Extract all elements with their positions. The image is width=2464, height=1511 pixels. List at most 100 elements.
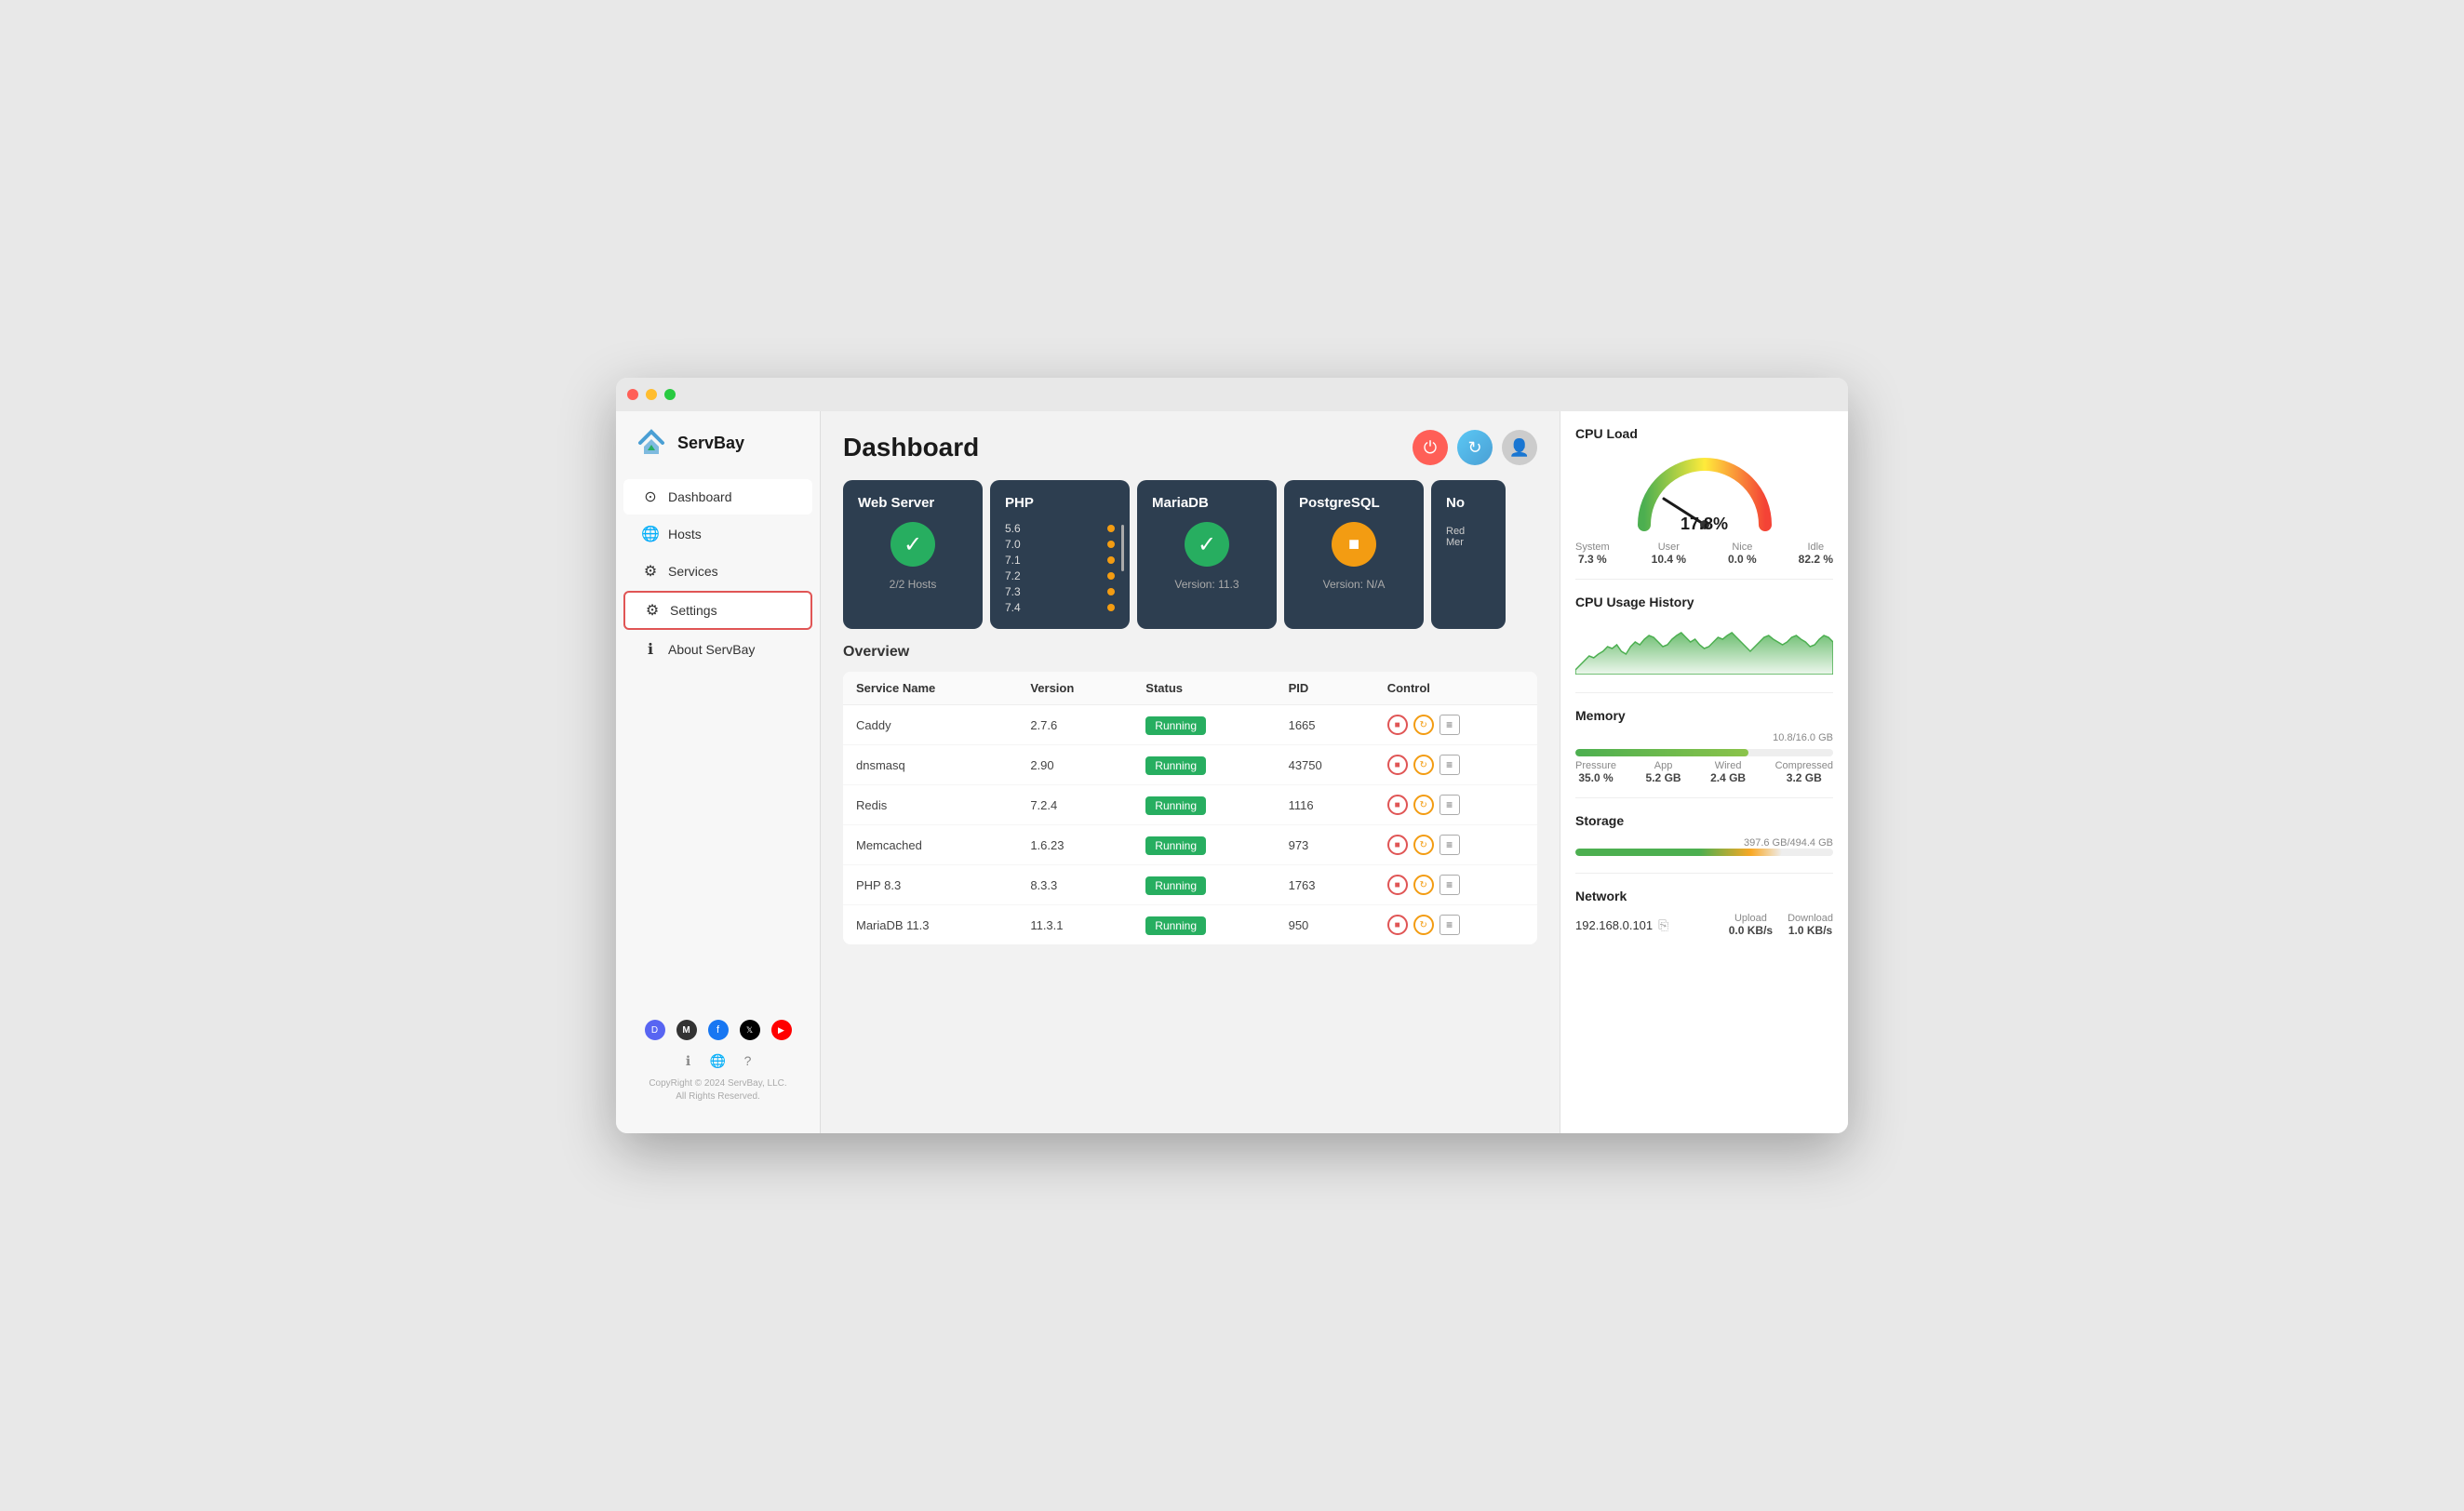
cpu-history-section: CPU Usage History — [1575, 595, 1833, 693]
memory-compressed-val: 3.2 GB — [1775, 771, 1833, 784]
upload-val: 0.0 KB/s — [1729, 924, 1773, 937]
cpu-history-chart — [1575, 619, 1833, 675]
table-row: dnsmasq 2.90 Running 43750 ■ ↻ ≡ — [843, 745, 1537, 785]
col-pid: PID — [1276, 672, 1374, 705]
sidebar-item-label: Dashboard — [668, 489, 732, 504]
pid-cell: 1116 — [1276, 785, 1374, 825]
card-title: No — [1446, 495, 1465, 511]
php-card[interactable]: PHP 5.6 7.0 7.1 7.2 — [990, 480, 1130, 629]
storage-label: 397.6 GB/494.4 GB — [1575, 837, 1833, 849]
copy-icon[interactable]: ⎘ — [1658, 917, 1668, 933]
control-cell: ■ ↻ ≡ — [1374, 745, 1537, 785]
service-cards-row: Web Server ✓ 2/2 Hosts PHP 5.6 7.0 — [821, 480, 1560, 644]
card-icon-area: ✓ — [1152, 522, 1262, 567]
maximize-button[interactable] — [664, 389, 676, 400]
service-name-cell: Redis — [843, 785, 1017, 825]
stop-button[interactable]: ■ — [1387, 795, 1408, 815]
version-cell: 7.2.4 — [1017, 785, 1132, 825]
restart-button[interactable]: ↻ — [1413, 795, 1434, 815]
cpu-system-val: 7.3 % — [1575, 553, 1610, 566]
card-title: PHP — [1005, 495, 1034, 511]
restart-button[interactable]: ↻ — [1413, 875, 1434, 895]
help-bottom-icon[interactable]: ? — [739, 1051, 757, 1070]
service-name-cell: dnsmasq — [843, 745, 1017, 785]
control-cell: ■ ↻ ≡ — [1374, 705, 1537, 745]
memory-bar-bg — [1575, 749, 1833, 756]
log-button[interactable]: ≡ — [1440, 715, 1460, 735]
bottom-icons-row: ℹ 🌐 ? — [635, 1051, 801, 1070]
restart-button[interactable]: ↻ — [1413, 915, 1434, 935]
facebook-icon[interactable]: f — [708, 1020, 729, 1040]
log-button[interactable]: ≡ — [1440, 755, 1460, 775]
stop-button[interactable]: ■ — [1387, 915, 1408, 935]
webserver-card[interactable]: Web Server ✓ 2/2 Hosts — [843, 480, 983, 629]
restart-button[interactable]: ↻ — [1413, 755, 1434, 775]
version-cell: 11.3.1 — [1017, 905, 1132, 945]
postgresql-card[interactable]: PostgreSQL ■ Version: N/A — [1284, 480, 1424, 629]
control-cell: ■ ↻ ≡ — [1374, 825, 1537, 865]
globe-bottom-icon[interactable]: 🌐 — [709, 1051, 728, 1070]
memory-pressure-val: 35.0 % — [1575, 771, 1616, 784]
running-icon: ✓ — [1185, 522, 1229, 567]
overview-section: Overview Service Name Version Status PID… — [821, 644, 1560, 1133]
youtube-icon[interactable]: ▶ — [771, 1020, 792, 1040]
power-button[interactable]: ⏻ — [1413, 430, 1448, 465]
refresh-button[interactable]: ↻ — [1457, 430, 1493, 465]
upload-label: Upload — [1729, 913, 1773, 924]
sidebar-item-about[interactable]: ℹ About ServBay — [623, 632, 812, 667]
service-name-cell: Caddy — [843, 705, 1017, 745]
table-row: Redis 7.2.4 Running 1116 ■ ↻ ≡ — [843, 785, 1537, 825]
col-service-name: Service Name — [843, 672, 1017, 705]
logo-icon — [635, 426, 668, 460]
log-button[interactable]: ≡ — [1440, 795, 1460, 815]
control-buttons: ■ ↻ ≡ — [1387, 715, 1524, 735]
info-bottom-icon[interactable]: ℹ — [679, 1051, 698, 1070]
card-title: MariaDB — [1152, 495, 1209, 511]
table-row: PHP 8.3 8.3.3 Running 1763 ■ ↻ ≡ — [843, 865, 1537, 905]
stop-button[interactable]: ■ — [1387, 755, 1408, 775]
status-cell: Running — [1132, 865, 1275, 905]
medium-icon[interactable]: M — [676, 1020, 697, 1040]
upload-stat: Upload 0.0 KB/s — [1729, 913, 1773, 937]
network-row: 192.168.0.101 ⎘ Upload 0.0 KB/s Download… — [1575, 913, 1833, 937]
cpu-idle-stat: Idle 82.2 % — [1799, 542, 1833, 566]
restart-button[interactable]: ↻ — [1413, 715, 1434, 735]
mariadb-card[interactable]: MariaDB ✓ Version: 11.3 — [1137, 480, 1277, 629]
storage-bar-fill — [1575, 849, 1782, 856]
cpu-percent-value: 17.8% — [1681, 515, 1728, 534]
table-header-row: Service Name Version Status PID Control — [843, 672, 1537, 705]
restart-button[interactable]: ↻ — [1413, 835, 1434, 855]
status-badge: Running — [1145, 836, 1206, 855]
php-version-row: 7.2 — [1005, 569, 1115, 582]
close-button[interactable] — [627, 389, 638, 400]
discord-icon[interactable]: D — [645, 1020, 665, 1040]
other-card[interactable]: No Red Mer — [1431, 480, 1506, 629]
twitter-icon[interactable]: 𝕏 — [740, 1020, 760, 1040]
card-icon-area: ✓ — [858, 522, 968, 567]
log-button[interactable]: ≡ — [1440, 875, 1460, 895]
cpu-user-stat: User 10.4 % — [1652, 542, 1686, 566]
minimize-button[interactable] — [646, 389, 657, 400]
download-stat: Download 1.0 KB/s — [1788, 913, 1833, 937]
control-buttons: ■ ↻ ≡ — [1387, 835, 1524, 855]
sidebar-item-services[interactable]: ⚙ Services — [623, 554, 812, 589]
service-name-cell: Memcached — [843, 825, 1017, 865]
table-row: Caddy 2.7.6 Running 1665 ■ ↻ ≡ — [843, 705, 1537, 745]
user-button[interactable]: 👤 — [1502, 430, 1537, 465]
sidebar-item-hosts[interactable]: 🌐 Hosts — [623, 516, 812, 552]
cpu-idle-val: 82.2 % — [1799, 553, 1833, 566]
stop-button[interactable]: ■ — [1387, 835, 1408, 855]
sidebar-item-settings[interactable]: ⚙ Settings — [623, 591, 812, 630]
log-button[interactable]: ≡ — [1440, 835, 1460, 855]
cpu-user-val: 10.4 % — [1652, 553, 1686, 566]
sidebar-item-dashboard[interactable]: ⊙ Dashboard — [623, 479, 812, 515]
stop-button[interactable]: ■ — [1387, 875, 1408, 895]
storage-section: Storage 397.6 GB/494.4 GB — [1575, 813, 1833, 874]
social-icons: D M f 𝕏 ▶ — [635, 1020, 801, 1040]
version-cell: 2.90 — [1017, 745, 1132, 785]
titlebar — [616, 378, 1848, 411]
cpu-nice-val: 0.0 % — [1728, 553, 1757, 566]
logo-area: ServBay — [616, 426, 820, 478]
log-button[interactable]: ≡ — [1440, 915, 1460, 935]
stop-button[interactable]: ■ — [1387, 715, 1408, 735]
